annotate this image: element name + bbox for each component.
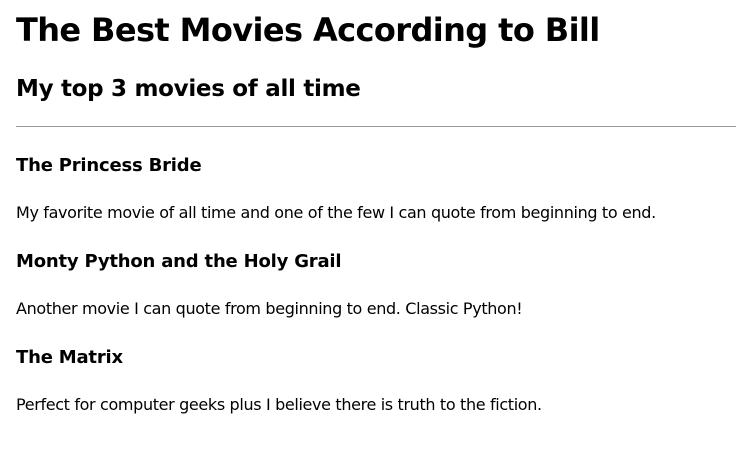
movie-list: The Princess Bride My favorite movie of … <box>16 154 736 416</box>
page-content: The Best Movies According to Bill My top… <box>0 10 736 416</box>
page-title: The Best Movies According to Bill <box>16 11 600 49</box>
movie-description: My favorite movie of all time and one of… <box>16 203 656 222</box>
movie-description: Another movie I can quote from beginning… <box>16 299 523 318</box>
horizontal-divider <box>16 126 736 127</box>
page-subtitle: My top 3 movies of all time <box>16 76 361 102</box>
movie-item-monty-python: Monty Python and the Holy Grail Another … <box>16 250 736 320</box>
movie-item-the-matrix: The Matrix Perfect for computer geeks pl… <box>16 346 736 416</box>
movie-title: The Matrix <box>16 347 123 368</box>
movie-description: Perfect for computer geeks plus I believ… <box>16 395 542 414</box>
movie-item-princess-bride: The Princess Bride My favorite movie of … <box>16 154 736 224</box>
movie-title: The Princess Bride <box>16 155 202 176</box>
movie-title: Monty Python and the Holy Grail <box>16 251 342 272</box>
